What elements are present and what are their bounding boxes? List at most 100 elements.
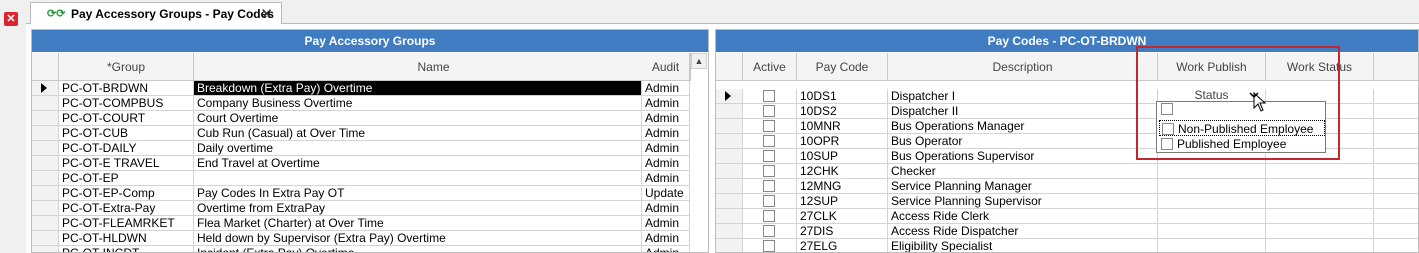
table-row[interactable]: PC-OT-INCDT Incident (Extra Pay) Overtime… [32,246,690,252]
table-row[interactable]: 12CHK Checker [716,164,1418,179]
cell-group[interactable]: PC-OT-BRDWN [59,81,194,96]
table-row[interactable]: PC-OT-EP-Comp Pay Codes In Extra Pay OT Up… [32,186,690,201]
cell-audit[interactable]: Admin [642,216,690,231]
row-indicator[interactable] [716,119,743,134]
row-indicator[interactable] [32,171,59,186]
cell-group[interactable]: PC-OT-EP-Comp [59,186,194,201]
cell-name[interactable]: Daily overtime [194,141,642,156]
cell-active[interactable] [743,134,797,149]
tab-close-icon[interactable]: ✕ [260,5,273,23]
row-indicator[interactable] [32,186,59,201]
cell-audit[interactable]: Admin [642,246,690,252]
cell-name[interactable]: Court Overtime [194,111,642,126]
active-checkbox[interactable] [763,180,775,192]
cell-pay-code[interactable]: 12SUP [797,194,888,209]
row-indicator[interactable] [716,164,743,179]
cell-work-publish-status[interactable] [1158,209,1266,224]
cell-description[interactable]: Access Ride Dispatcher [888,224,1158,239]
row-indicator[interactable] [716,224,743,239]
row-indicator[interactable] [716,89,743,104]
cell-work-publish-status[interactable] [1158,224,1266,239]
row-indicator[interactable] [716,209,743,224]
cell-description[interactable]: Access Ride Clerk [888,209,1158,224]
cell-audit[interactable]: Admin [642,231,690,246]
table-row[interactable]: PC-OT-E TRAVEL End Travel at Overtime Admi… [32,156,690,171]
row-indicator[interactable] [32,156,59,171]
active-checkbox[interactable] [763,210,775,222]
dropdown-arrow-icon[interactable] [1249,92,1259,99]
cell-name[interactable]: Incident (Extra Pay) Overtime [194,246,642,252]
cell-group[interactable]: PC-OT-CUB [59,126,194,141]
cell-pay-code[interactable]: 10MNR [797,119,888,134]
row-indicator[interactable] [716,134,743,149]
active-checkbox[interactable] [763,90,775,102]
row-indicator[interactable] [32,201,59,216]
cell-work-status[interactable] [1266,209,1374,224]
row-indicator[interactable] [32,246,59,252]
table-row[interactable]: 12MNG Service Planning Manager [716,179,1418,194]
cell-name[interactable]: Breakdown (Extra Pay) Overtime [194,81,642,96]
row-indicator[interactable] [32,96,59,111]
cell-pay-code[interactable]: 10DS1 [797,89,888,104]
cell-group[interactable]: PC-OT-E TRAVEL [59,156,194,171]
active-checkbox[interactable] [763,135,775,147]
cell-name[interactable] [194,171,642,186]
cell-group[interactable]: PC-OT-FLEAMRKET [59,216,194,231]
table-row[interactable]: 12SUP Service Planning Supervisor [716,194,1418,209]
cell-name[interactable]: Company Business Overtime [194,96,642,111]
column-header-description[interactable]: Description [888,53,1158,81]
cell-audit[interactable]: Admin [642,201,690,216]
cell-description[interactable]: Bus Operations Supervisor [888,149,1158,164]
cell-active[interactable] [743,194,797,209]
table-row[interactable]: PC-OT-EP Admin [32,171,690,186]
row-indicator[interactable] [32,216,59,231]
cell-work-status[interactable] [1266,179,1374,194]
cell-group[interactable]: PC-OT-INCDT [59,246,194,252]
column-header-pay-code[interactable]: Pay Code [797,53,888,81]
cell-active[interactable] [743,224,797,239]
column-header-name[interactable]: Name [194,53,674,81]
table-row[interactable]: PC-OT-COMPBUS Company Business Overtime Ad… [32,96,690,111]
cell-active[interactable] [743,164,797,179]
cell-name[interactable]: Flea Market (Charter) at Over Time [194,216,642,231]
active-checkbox[interactable] [763,240,775,252]
cell-audit[interactable]: Admin [642,126,690,141]
cell-active[interactable] [743,209,797,224]
cell-work-status[interactable] [1266,224,1374,239]
cell-description[interactable]: Service Planning Supervisor [888,194,1158,209]
active-checkbox[interactable] [763,165,775,177]
cell-pay-code[interactable]: 27CLK [797,209,888,224]
cell-group[interactable]: PC-OT-EP [59,171,194,186]
cell-audit[interactable]: Admin [642,81,690,96]
cell-active[interactable] [743,239,797,252]
table-row[interactable]: PC-OT-DAILY Daily overtime Admin [32,141,690,156]
cell-description[interactable]: Bus Operator [888,134,1158,149]
row-indicator[interactable] [32,126,59,141]
row-indicator[interactable] [32,81,59,96]
table-row[interactable]: PC-OT-BRDWN Breakdown (Extra Pay) Overtim… [32,81,690,96]
cell-work-publish-status[interactable] [1158,164,1266,179]
active-checkbox[interactable] [763,150,775,162]
cell-work-status[interactable] [1266,194,1374,209]
cell-pay-code[interactable]: 12CHK [797,164,888,179]
table-row[interactable]: 27CLK Access Ride Clerk [716,209,1418,224]
close-panel-button[interactable]: ✕ [4,12,18,26]
cell-description[interactable]: Checker [888,164,1158,179]
cell-pay-code[interactable]: 10DS2 [797,104,888,119]
cell-group[interactable]: PC-OT-DAILY [59,141,194,156]
cell-pay-code[interactable]: 27ELG [797,239,888,252]
table-row[interactable]: PC-OT-CUB Cub Run (Casual) at Over Time Ad… [32,126,690,141]
cell-name[interactable]: Overtime from ExtraPay [194,201,642,216]
column-header-group[interactable]: *Group [59,53,194,81]
cell-work-publish-status[interactable] [1158,239,1266,252]
row-indicator[interactable] [32,111,59,126]
cell-pay-code[interactable]: 12MNG [797,179,888,194]
cell-group[interactable]: PC-OT-COURT [59,111,194,126]
cell-work-status[interactable] [1266,239,1374,252]
row-indicator[interactable] [716,194,743,209]
cell-audit[interactable]: Admin [642,171,690,186]
cell-name[interactable]: Cub Run (Casual) at Over Time [194,126,642,141]
cell-name[interactable]: Held down by Supervisor (Extra Pay) Over… [194,231,642,246]
cell-pay-code[interactable]: 10SUP [797,149,888,164]
cell-description[interactable]: Dispatcher I [888,89,1158,104]
